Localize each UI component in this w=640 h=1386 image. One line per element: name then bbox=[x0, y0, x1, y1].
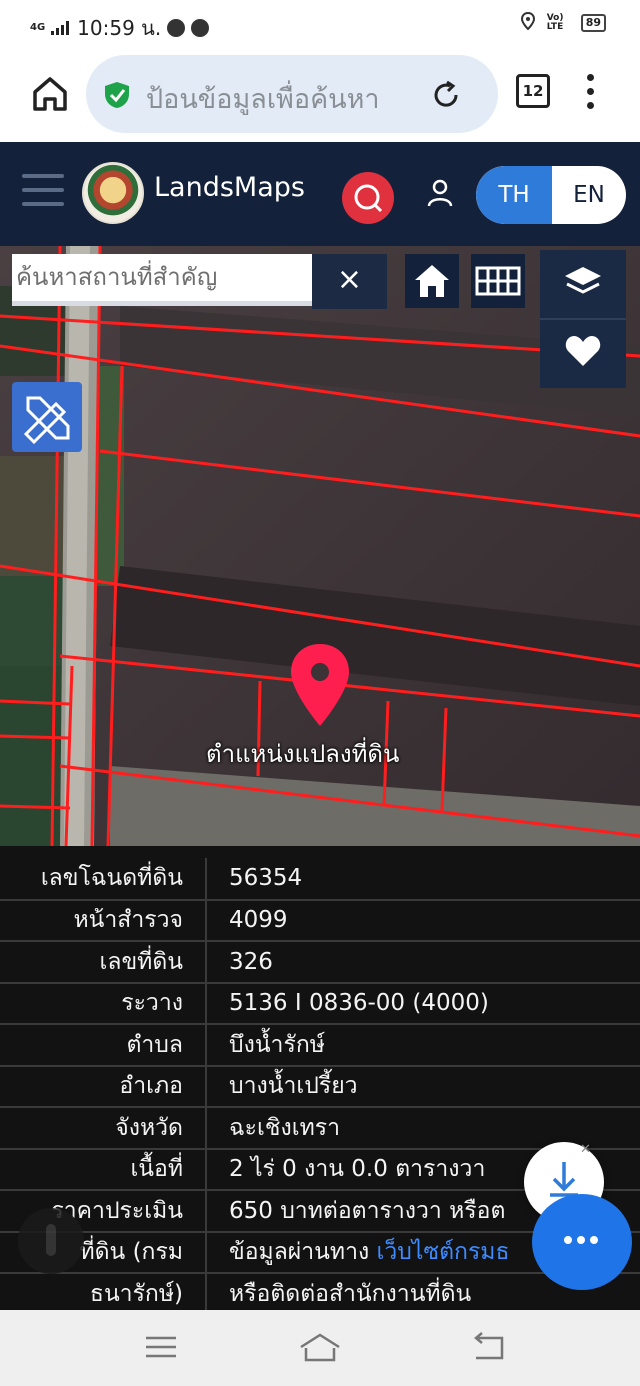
system-nav-bar bbox=[0, 1310, 640, 1386]
row-label: อำเภอ bbox=[0, 1065, 207, 1108]
address-bar[interactable]: ป้อนข้อมูลเพื่อค้นหา bbox=[86, 55, 498, 133]
measure-tool-button[interactable] bbox=[12, 382, 82, 452]
table-row: เลขโฉนดที่ดิน 56354 bbox=[0, 858, 640, 901]
table-row: เลขที่ดิน 326 bbox=[0, 941, 640, 984]
row-value: บึงน้ำรักษ์ bbox=[206, 1024, 640, 1067]
signal-icon bbox=[51, 16, 71, 40]
app-header: LandsMaps TH EN bbox=[0, 142, 640, 246]
lang-en-option[interactable]: EN bbox=[552, 166, 626, 224]
map-view[interactable]: × ตำแหน่งแปลงที่ดิน bbox=[0, 246, 640, 846]
address-placeholder: ป้อนข้อมูลเพื่อค้นหา bbox=[146, 84, 380, 115]
home-icon bbox=[33, 77, 67, 111]
location-icon bbox=[520, 11, 535, 34]
row-label: เลขโฉนดที่ดิน bbox=[0, 858, 207, 901]
house-icon bbox=[415, 265, 449, 297]
grid-sheet-button[interactable] bbox=[471, 254, 525, 308]
row-label: ตำบล bbox=[0, 1024, 207, 1067]
volte-indicator: Vo) LTE bbox=[546, 13, 564, 32]
row-value: 326 bbox=[206, 941, 640, 984]
parcel-pin-label: ตำแหน่งแปลงที่ดิน bbox=[206, 740, 400, 768]
table-row: ตำบล บึงน้ำรักษ์ bbox=[0, 1024, 640, 1067]
messenger-icon bbox=[167, 19, 186, 37]
back-nav-icon[interactable] bbox=[470, 1332, 506, 1366]
row-value: 4099 bbox=[206, 899, 640, 942]
search-icon bbox=[354, 184, 383, 213]
browser-toolbar: ป้อนข้อมูลเพื่อค้นหา 12 bbox=[0, 50, 640, 142]
hamburger-menu-icon[interactable] bbox=[22, 174, 64, 216]
row-label: ธนารักษ์) bbox=[0, 1273, 207, 1310]
secure-shield-icon bbox=[104, 81, 130, 113]
clock: 10:59 น. bbox=[77, 16, 162, 40]
row-label: จังหวัด bbox=[0, 1107, 207, 1150]
row-value: 5136 I 0836-00 (4000) bbox=[206, 982, 640, 1025]
row-value: 56354 bbox=[206, 858, 640, 901]
treasury-website-link[interactable]: เว็บไซต์กรมธ bbox=[377, 1239, 510, 1265]
place-search-box[interactable] bbox=[12, 254, 312, 306]
user-account-icon[interactable] bbox=[426, 178, 454, 212]
row-label: เนื้อที่ bbox=[0, 1148, 207, 1191]
grid-icon bbox=[475, 266, 521, 296]
more-options-button[interactable] bbox=[532, 1194, 632, 1290]
table-row: อำเภอ บางน้ำเปรี้ยว bbox=[0, 1065, 640, 1108]
more-dots-icon bbox=[564, 1236, 598, 1244]
table-row: หน้าสำรวจ 4099 bbox=[0, 899, 640, 942]
brand-title: LandsMaps bbox=[154, 172, 305, 203]
language-toggle[interactable]: TH EN bbox=[476, 166, 626, 224]
favorite-heart-icon[interactable] bbox=[564, 334, 602, 372]
table-row: ระวาง 5136 I 0836-00 (4000) bbox=[0, 982, 640, 1025]
home-nav-icon[interactable] bbox=[298, 1332, 342, 1368]
info-button[interactable] bbox=[18, 1208, 84, 1274]
ruler-pencil-icon bbox=[23, 396, 70, 445]
lang-th-option[interactable]: TH bbox=[476, 166, 552, 224]
line-icon bbox=[191, 19, 210, 37]
parcel-location-pin-icon bbox=[288, 640, 352, 734]
more-menu-icon[interactable] bbox=[584, 74, 596, 110]
search-button[interactable] bbox=[342, 172, 394, 224]
clear-search-button[interactable]: × bbox=[312, 254, 387, 309]
row-label: ระวาง bbox=[0, 982, 207, 1025]
table-row: ธนารักษ์) หรือติดต่อสำนักงานที่ดิน bbox=[0, 1273, 640, 1310]
status-bar: 4G 10:59 น. Vo) LTE 89 bbox=[0, 0, 640, 50]
row-value: บางน้ำเปรี้ยว bbox=[206, 1065, 640, 1108]
place-search-input[interactable] bbox=[12, 254, 312, 300]
close-download-icon[interactable]: ✕ bbox=[580, 1142, 591, 1157]
tab-switcher-button[interactable]: 12 bbox=[516, 74, 550, 108]
row-value-text: ข้อมูลผ่านทาง bbox=[229, 1239, 377, 1266]
layers-icon[interactable] bbox=[562, 264, 604, 308]
reload-icon[interactable] bbox=[430, 79, 462, 115]
department-seal-logo bbox=[82, 162, 144, 224]
row-label: เลขที่ดิน bbox=[0, 941, 207, 984]
parcel-home-button[interactable] bbox=[405, 254, 459, 308]
map-side-panel bbox=[540, 250, 626, 388]
browser-home-button[interactable] bbox=[30, 74, 70, 114]
row-label: หน้าสำรวจ bbox=[0, 899, 207, 942]
recent-apps-icon[interactable] bbox=[144, 1332, 178, 1366]
network-type: 4G bbox=[30, 22, 46, 33]
battery-icon: 89 bbox=[580, 14, 606, 32]
